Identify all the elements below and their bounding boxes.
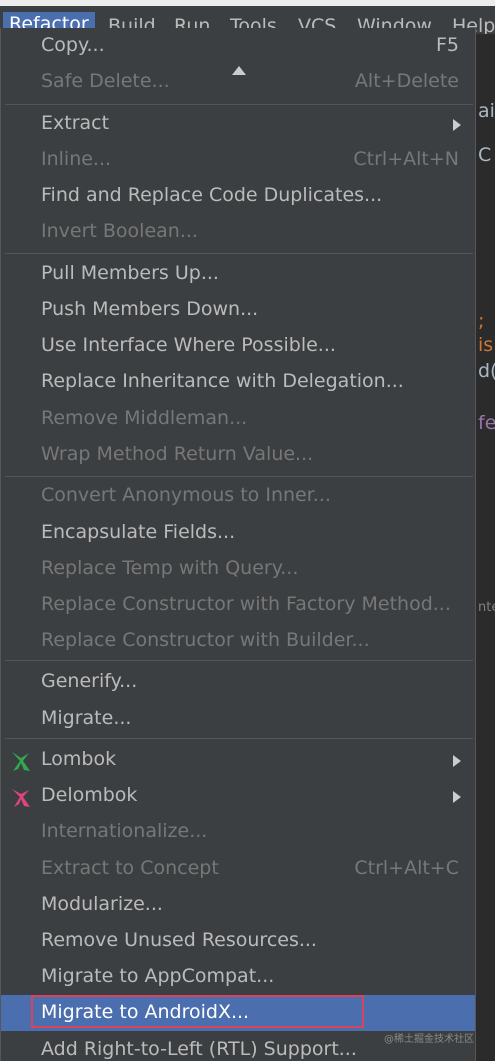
menu-separator: [5, 476, 473, 477]
menu-item-replace-constructor-builder[interactable]: Replace Constructor with Builder...: [1, 623, 475, 659]
menu-item-wrap-method-return[interactable]: Wrap Method Return Value...: [1, 437, 475, 473]
menu-item-generify[interactable]: Generify...: [1, 664, 475, 700]
menu-item-replace-temp[interactable]: Replace Temp with Query...: [1, 551, 475, 587]
menu-item-safe-delete[interactable]: Safe Delete... Alt+Delete: [1, 64, 475, 100]
menu-item-replace-inheritance[interactable]: Replace Inheritance with Delegation...: [1, 364, 475, 400]
menu-separator: [5, 660, 473, 661]
menu-item-convert-anonymous[interactable]: Convert Anonymous to Inner...: [1, 478, 475, 514]
menu-item-push-members-down[interactable]: Push Members Down...: [1, 292, 475, 328]
menu-item-extract-to-concept[interactable]: Extract to Concept Ctrl+Alt+C: [1, 851, 475, 887]
watermark: @稀土掘金技术社区: [384, 1034, 474, 1045]
menu-item-invert-boolean[interactable]: Invert Boolean...: [1, 214, 475, 250]
menu-item-lombok[interactable]: Lombok: [1, 742, 475, 778]
editor-fragment: is: [478, 334, 494, 356]
menu-item-copy[interactable]: Copy... F5: [1, 28, 475, 64]
menu-item-remove-unused-resources[interactable]: Remove Unused Resources...: [1, 923, 475, 959]
submenu-arrow-icon: [453, 119, 461, 131]
editor-fragment: nte: [478, 600, 495, 615]
submenu-arrow-icon: [453, 755, 461, 767]
menu-item-use-interface[interactable]: Use Interface Where Possible...: [1, 328, 475, 364]
menu-separator: [5, 253, 473, 254]
menu-item-modularize[interactable]: Modularize...: [1, 887, 475, 923]
editor-fragment: ;: [478, 310, 485, 332]
menu-item-pull-members-up[interactable]: Pull Members Up...: [1, 256, 475, 292]
editor-fragment: ai: [478, 100, 495, 122]
menu-item-replace-constructor-factory[interactable]: Replace Constructor with Factory Method.…: [1, 587, 475, 623]
delombok-icon: [12, 789, 30, 807]
lombok-icon: [12, 752, 30, 771]
menu-item-internationalize[interactable]: Internationalize...: [1, 814, 475, 850]
menu-item-encapsulate-fields[interactable]: Encapsulate Fields...: [1, 515, 475, 551]
menu-separator: [5, 738, 473, 739]
menu-item-delombok[interactable]: Delombok: [1, 778, 475, 814]
editor-background: ai C ; is d( fe nte: [476, 34, 495, 1061]
menu-separator: [5, 104, 473, 105]
menu-item-migrate-appcompat[interactable]: Migrate to AppCompat...: [1, 959, 475, 995]
menu-item-migrate-androidx[interactable]: Migrate to AndroidX...: [1, 995, 475, 1031]
menu-item-extract[interactable]: Extract: [1, 106, 475, 142]
menu-item-inline[interactable]: Inline... Ctrl+Alt+N: [1, 142, 475, 178]
editor-fragment: fe: [478, 412, 495, 434]
submenu-arrow-icon: [453, 791, 461, 803]
refactor-menu-popup: Copy... F5 Safe Delete... Alt+Delete Extra…: [0, 28, 476, 1061]
menu-item-remove-middleman[interactable]: Remove Middleman...: [1, 401, 475, 437]
editor-fragment: C: [478, 144, 492, 166]
menu-item-migrate[interactable]: Migrate...: [1, 701, 475, 737]
editor-fragment: d(: [478, 360, 495, 382]
menu-item-find-replace-duplicates[interactable]: Find and Replace Code Duplicates...: [1, 178, 475, 214]
